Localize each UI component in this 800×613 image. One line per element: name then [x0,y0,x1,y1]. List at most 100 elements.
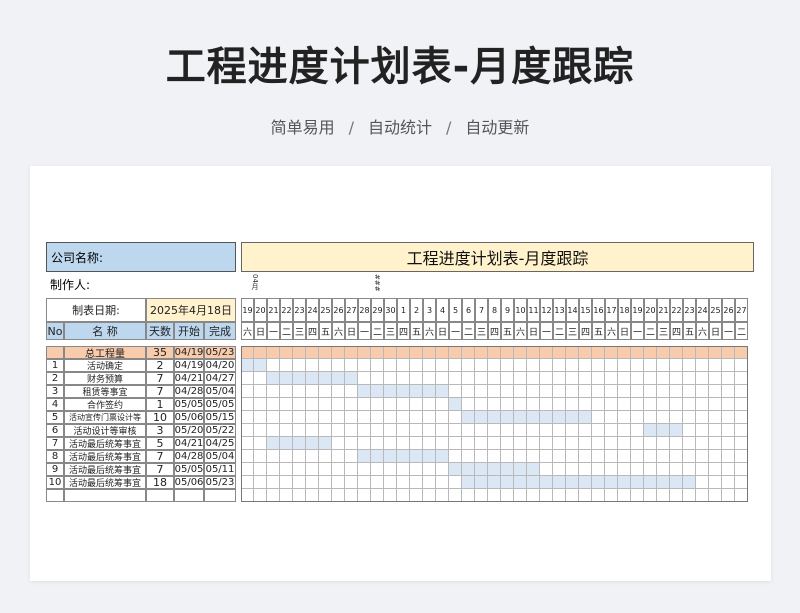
weekday: 日 [709,322,722,340]
weekday: 二 [462,322,475,340]
weekday: 日 [618,322,631,340]
day-number: 19 [241,298,254,322]
weekday: 一 [449,322,462,340]
weekday: 四 [579,322,592,340]
weekday: 六 [241,322,254,340]
day-number: 12 [540,298,553,322]
day-number: 25 [709,298,722,322]
day-number: 22 [280,298,293,322]
task-no: 3 [46,385,64,398]
day-number: 17 [605,298,618,322]
weekday: 三 [384,322,397,340]
task-end: 05/15 [204,411,236,424]
column-header-name: 名 称 [64,322,146,340]
task-start: 04/28 [174,450,204,463]
task-start: 04/21 [174,437,204,450]
weekday: 一 [267,322,280,340]
weekday: 五 [410,322,423,340]
weekday: 三 [657,322,670,340]
task-end: 04/25 [204,437,236,450]
task-end: 04/20 [204,359,236,372]
day-number: 23 [683,298,696,322]
empty-cell [174,489,204,502]
day-number: 14 [566,298,579,322]
task-days: 1 [146,398,174,411]
weekday: 二 [644,322,657,340]
weekday: 三 [293,322,306,340]
day-number: 3 [423,298,436,322]
task-name: 活动最后统筹事宜 [64,463,146,476]
day-number: 5 [449,298,462,322]
task-name: 租赁等事宜 [64,385,146,398]
weekday: 二 [280,322,293,340]
task-end: 05/04 [204,450,236,463]
company-name-label: 公司名称: [46,242,236,272]
date-label: 制表日期: [46,298,146,322]
weekday: 六 [332,322,345,340]
weekday: 六 [423,322,436,340]
task-start: 04/21 [174,372,204,385]
day-number: 24 [306,298,319,322]
task-name: 活动确定 [64,359,146,372]
total-start: 04/19 [174,346,204,359]
total-days: 35 [146,346,174,359]
day-number: 29 [371,298,384,322]
task-start: 04/28 [174,385,204,398]
day-number: 13 [553,298,566,322]
task-start: 05/06 [174,411,204,424]
task-name: 活动最后统筹事宜 [64,476,146,489]
day-number: 20 [644,298,657,322]
task-name: 合作签约 [64,398,146,411]
task-start: 04/19 [174,359,204,372]
task-end: 05/04 [204,385,236,398]
task-days: 7 [146,385,174,398]
task-days: 7 [146,450,174,463]
total-name: 总工程量 [64,346,146,359]
weekday: 日 [345,322,358,340]
task-no: 5 [46,411,64,424]
day-number: 19 [631,298,644,322]
task-no: 1 [46,359,64,372]
task-days: 3 [146,424,174,437]
weekday: 四 [397,322,410,340]
weekday: 日 [527,322,540,340]
column-header-start: 开始 [174,322,204,340]
task-name: 活动最后统筹事宜 [64,450,146,463]
day-number: 4 [436,298,449,322]
weekday: 五 [319,322,332,340]
task-end: 05/05 [204,398,236,411]
task-start: 05/06 [174,476,204,489]
task-name: 活动设计等审核 [64,424,146,437]
day-number: 10 [514,298,527,322]
task-name: 财务预算 [64,372,146,385]
task-no: 8 [46,450,64,463]
column-header-end: 完成 [204,322,236,340]
task-no: 10 [46,476,64,489]
weekday: 一 [631,322,644,340]
date-value: 2025年4月18日 [146,298,236,322]
day-number: 18 [618,298,631,322]
sheet-title: 工程进度计划表-月度跟踪 [241,242,754,272]
day-number: 26 [722,298,735,322]
maker-label: 制作人: [50,277,91,292]
day-number: 26 [332,298,345,322]
weekday: 四 [488,322,501,340]
task-name: 活动宣传门票设计等 [64,411,146,424]
weekday: 二 [371,322,384,340]
day-number: 28 [358,298,371,322]
weekday: 四 [306,322,319,340]
weekday: 六 [696,322,709,340]
task-start: 05/05 [174,463,204,476]
weekday: 六 [514,322,527,340]
task-no: 7 [46,437,64,450]
day-number: 27 [345,298,358,322]
day-number: 22 [670,298,683,322]
task-start: 05/05 [174,398,204,411]
gantt-frame [241,346,748,502]
task-days: 2 [146,359,174,372]
task-no: 6 [46,424,64,437]
weekday: 日 [254,322,267,340]
day-number: 11 [527,298,540,322]
weekday: 五 [683,322,696,340]
empty-cell [146,489,174,502]
